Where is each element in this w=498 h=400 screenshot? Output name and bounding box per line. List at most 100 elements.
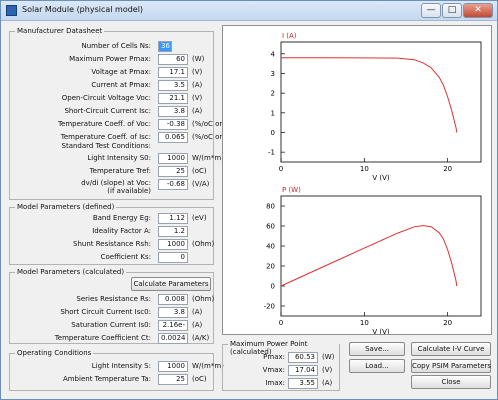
manufacturer-datasheet-title: Manufacturer Datasheet — [15, 27, 105, 35]
stc-field[interactable]: 1000 — [158, 153, 188, 164]
slope-field[interactable]: -0.68 — [158, 179, 188, 190]
mpp-field[interactable]: 17.04 — [288, 365, 318, 376]
defined-param-label: Ideality Factor A: — [92, 227, 151, 235]
mpp-label: Vmax: — [262, 366, 285, 374]
datasheet-label: Current at Pmax: — [91, 81, 151, 89]
series-line — [280, 225, 458, 287]
save-button[interactable]: Save... — [349, 342, 405, 356]
datasheet-field[interactable]: 21.1 — [158, 93, 188, 104]
y-tick-label: -1 — [268, 149, 275, 157]
x-tick-label: 10 — [360, 165, 369, 173]
series-line — [281, 57, 458, 133]
datasheet-unit: (V) — [192, 68, 203, 76]
calculated-param-unit: (A/K) — [192, 334, 210, 342]
datasheet-field[interactable]: -0.38 — [158, 119, 188, 130]
calculated-param-unit: (A) — [192, 308, 203, 316]
y-tick-label: 2 — [271, 90, 275, 98]
y-tick-label: 60 — [266, 223, 275, 231]
app-icon — [6, 5, 17, 16]
x-axis-label: V (V) — [372, 328, 390, 334]
x-tick-label: 0 — [279, 165, 283, 173]
datasheet-unit: (A) — [192, 107, 203, 115]
datasheet-field[interactable]: 17.1 — [158, 67, 188, 78]
operating-label: Ambient Temperature Ta: — [62, 375, 151, 383]
chart-panel: I (A) 4 3 2 1 0 -1 0 10 20 V (V) P (W) 80 60 40 20 0 -20 0… — [222, 25, 492, 336]
x-axis-label: V (V) — [372, 174, 390, 182]
load-button[interactable]: Load... — [349, 359, 405, 373]
datasheet-unit: (W) — [192, 55, 205, 63]
defined-param-unit: (Ohm) — [192, 240, 215, 248]
calculated-param-label: Temperature Coefficient Ct: — [54, 334, 151, 342]
datasheet-field[interactable]: 3.5 — [158, 80, 188, 91]
calculated-params-title: Model Parameters (calculated) — [15, 268, 127, 276]
datasheet-field[interactable]: 3.8 — [158, 106, 188, 117]
defined-param-field[interactable]: 0 — [158, 252, 188, 263]
calculate-parameters-button[interactable]: Calculate Parameters — [131, 277, 211, 291]
defined-param-field[interactable]: 1.12 — [158, 213, 188, 224]
mpp-label: Pmax: — [263, 353, 285, 361]
calculated-param-field[interactable]: 0.008 — [158, 294, 188, 305]
operating-unit: (oC) — [192, 375, 207, 383]
operating-conditions-title: Operating Conditions — [15, 349, 94, 357]
x-tick-label: 20 — [443, 165, 452, 173]
datasheet-label: Voltage at Pmax: — [91, 68, 151, 76]
calculated-param-label: Series Resistance Rs: — [76, 295, 151, 303]
stc-field[interactable]: 25 — [158, 166, 188, 177]
solar-module-window: Solar Module (physical model) — □ ✕ Manu… — [0, 0, 498, 400]
title-bar: Solar Module (physical model) — □ ✕ — [1, 1, 497, 21]
y-tick-label: 40 — [266, 243, 275, 251]
close-window-button[interactable]: ✕ — [463, 3, 493, 18]
minimize-button[interactable]: — — [421, 3, 441, 18]
slope-label: dv/di (slope) at Voc: — [81, 179, 151, 187]
charts-svg: I (A)43210-10 10 20V (V)P (W)806040200-200… — [264, 32, 482, 336]
stc-unit: W/(m*m) — [192, 154, 224, 162]
operating-field[interactable]: 1000 — [158, 361, 188, 372]
datasheet-label: Number of Cells Ns: — [81, 42, 151, 50]
plot-frame — [280, 41, 482, 163]
operating-conditions-group: Operating Conditions — [9, 349, 214, 391]
datasheet-field[interactable]: 36 — [158, 41, 172, 52]
stc-heading: Standard Test Conditions: — [61, 142, 152, 150]
datasheet-field[interactable]: 60 — [158, 54, 188, 65]
slope-label-note: (if available) — [107, 187, 151, 195]
y-tick-label: 0 — [271, 283, 275, 291]
mpp-field[interactable]: 60.53 — [288, 352, 318, 363]
mpp-unit: (V) — [322, 366, 333, 374]
maximize-button[interactable]: □ — [442, 3, 462, 18]
datasheet-field[interactable]: 0.065 — [158, 132, 188, 143]
calculated-param-field[interactable]: 3.8 — [158, 307, 188, 318]
stc-label: Temperature Tref: — [89, 167, 151, 175]
datasheet-label: Open-Circuit Voltage Voc: — [61, 94, 151, 102]
datasheet-unit: (A) — [192, 81, 203, 89]
datasheet-label: Temperature Coeff. of Isc: — [60, 133, 151, 141]
operating-field[interactable]: 25 — [158, 374, 188, 385]
calculated-param-unit: (A) — [192, 321, 203, 329]
mpp-unit: (A) — [322, 379, 333, 387]
defined-param-field[interactable]: 1.2 — [158, 226, 188, 237]
y-tick-label: 1 — [271, 109, 275, 117]
calculated-param-field[interactable]: 0.0024 — [158, 333, 188, 344]
defined-param-label: Band Energy Eg: — [92, 214, 151, 222]
calculated-param-field[interactable]: 2.16e-8 — [158, 320, 188, 331]
mpp-label: Imax: — [265, 379, 285, 387]
defined-param-field[interactable]: 1000 — [158, 239, 188, 250]
operating-unit: W/(m*m) — [192, 362, 224, 370]
plot-frame — [280, 195, 482, 317]
copy-psim-parameters-button[interactable]: Copy PSIM Parameters — [411, 359, 491, 373]
y-tick-label: 0 — [271, 129, 275, 137]
y-tick-label: 80 — [266, 203, 275, 211]
defined-param-unit: (eV) — [192, 214, 207, 222]
x-tick-label: 10 — [360, 319, 369, 327]
slope-unit: (V/A) — [192, 180, 210, 188]
y-tick-label: 4 — [271, 50, 276, 58]
defined-param-label: Coefficient Ks: — [100, 253, 151, 261]
x-tick-label: 20 — [443, 319, 452, 327]
y-tick-label: 3 — [271, 70, 275, 78]
close-button[interactable]: Close — [411, 375, 491, 389]
chart-title: I (A) — [282, 32, 297, 40]
mpp-field[interactable]: 3.55 — [288, 378, 318, 389]
calculate-iv-curve-button[interactable]: Calculate I-V Curve — [411, 342, 491, 356]
y-tick-label: 20 — [266, 263, 275, 271]
chart-title: P (W) — [282, 186, 301, 194]
mpp-unit: (W) — [322, 353, 335, 361]
